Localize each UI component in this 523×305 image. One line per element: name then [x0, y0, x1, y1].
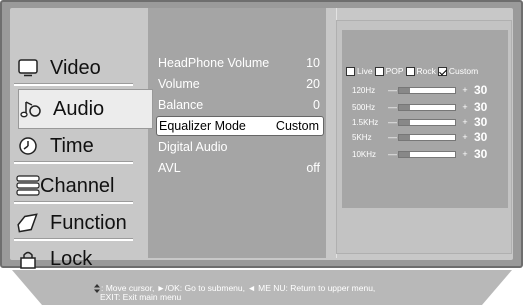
menu-row-avl[interactable]: AVL off [156, 158, 324, 178]
row-label: AVL [158, 161, 181, 175]
sidebar-item-channel[interactable]: Channel [10, 166, 135, 206]
eq-band-row[interactable]: 5KHz — +30 [352, 130, 502, 144]
eq-band-value: 30 [474, 115, 488, 129]
eq-plus-icon[interactable]: + [458, 117, 472, 127]
row-value: Custom [275, 119, 319, 133]
row-label: Balance [158, 98, 204, 112]
eq-band-freq: 120Hz [352, 85, 376, 95]
checkbox-icon[interactable] [346, 66, 355, 76]
row-label: Digital Audio [158, 140, 228, 154]
eq-band-freq: 5KHz [352, 132, 372, 142]
sidebar-item-label: Video [50, 56, 101, 79]
eq-slider[interactable] [398, 86, 456, 94]
row-value: 20 [306, 77, 320, 91]
eq-minus-icon[interactable]: — [388, 117, 398, 127]
clock-icon [16, 134, 40, 158]
mode-label: Live [357, 66, 373, 76]
sidebar-item-time[interactable]: Time [10, 126, 135, 166]
sidebar-item-label: Time [50, 134, 94, 157]
eq-band-row[interactable]: 120Hz — +30 [352, 83, 502, 97]
help-text: : Move cursor, ►/OK: Go to submenu, ◄ ME… [94, 284, 474, 302]
eq-band-row[interactable]: 10KHz — +30 [352, 147, 502, 161]
music-note-icon [19, 97, 43, 121]
row-value: 0 [313, 98, 320, 112]
eq-plus-icon[interactable]: + [458, 132, 472, 142]
row-value: off [306, 161, 320, 175]
diamond-icon [16, 211, 40, 235]
sidebar-item-label: Lock [50, 247, 93, 270]
row-label: Volume [158, 77, 200, 91]
sidebar-item-label: Audio [53, 97, 105, 120]
eq-slider-fill [399, 104, 411, 110]
help-bar-right [482, 270, 512, 305]
checkbox-checked-icon[interactable] [437, 66, 447, 76]
menu-row-volume[interactable]: Volume 20 [156, 74, 324, 94]
eq-minus-icon[interactable]: — [388, 149, 398, 159]
eq-slider-fill [399, 151, 411, 157]
mode-live[interactable]: Live [346, 66, 373, 76]
eq-plus-icon[interactable]: + [458, 102, 472, 112]
eq-band-value: 30 [474, 83, 488, 97]
eq-minus-icon[interactable]: — [388, 85, 398, 95]
menu-row-equalizer-mode[interactable]: Equalizer Mode Custom [156, 116, 324, 136]
eq-slider[interactable] [398, 103, 456, 111]
eq-band-value: 30 [474, 100, 488, 114]
eq-slider-fill [399, 87, 411, 93]
eq-plus-icon[interactable]: + [458, 85, 472, 95]
eq-band-value: 30 [474, 147, 488, 161]
eq-slider[interactable] [398, 150, 456, 158]
sidebar-item-audio[interactable]: Audio [18, 89, 153, 129]
menu-row-headphone-volume[interactable]: HeadPhone Volume 10 [156, 53, 324, 73]
sidebar-item-function[interactable]: Function [10, 203, 135, 243]
monitor-icon [16, 56, 40, 80]
eq-slider[interactable] [398, 133, 456, 141]
help-line-2: EXIT: Exit main menu [100, 292, 182, 302]
eq-plus-icon[interactable]: + [458, 149, 472, 159]
eq-minus-icon[interactable]: — [388, 102, 398, 112]
mode-rock[interactable]: Rock [405, 66, 436, 76]
eq-band-freq: 500Hz [352, 102, 376, 112]
eq-slider-fill [399, 134, 411, 140]
sidebar-item-label: Function [50, 211, 127, 234]
help-bar-left [12, 270, 42, 305]
eq-band-freq: 10KHz [352, 149, 377, 159]
eq-band-row[interactable]: 500Hz — +30 [352, 100, 502, 114]
mode-custom[interactable]: Custom [437, 66, 479, 76]
checkbox-icon[interactable] [405, 66, 415, 76]
mode-label: POP [385, 66, 404, 76]
menu-row-balance[interactable]: Balance 0 [156, 95, 324, 115]
mode-label: Rock [416, 66, 436, 76]
eq-slider-fill [399, 119, 411, 125]
divider [14, 161, 133, 164]
lock-icon [16, 247, 40, 271]
sidebar-item-video[interactable]: Video [10, 48, 135, 88]
eq-band-row[interactable]: 1.5KHz — +30 [352, 115, 502, 129]
row-value: 10 [306, 56, 320, 70]
audio-panel-top [148, 8, 326, 48]
divider [14, 83, 133, 86]
sidebar-item-label: Channel [40, 174, 115, 197]
mode-pop[interactable]: POP [374, 66, 404, 76]
row-label: Equalizer Mode [159, 119, 246, 133]
menu-row-digital-audio[interactable]: Digital Audio [156, 137, 324, 157]
equalizer-modes: Live POP Rock Custom [346, 64, 508, 78]
channel-stack-icon [16, 174, 40, 198]
eq-slider[interactable] [398, 118, 456, 126]
checkbox-icon[interactable] [374, 66, 384, 76]
eq-band-value: 30 [474, 130, 488, 144]
eq-minus-icon[interactable]: — [388, 132, 398, 142]
row-label: HeadPhone Volume [158, 56, 270, 70]
mode-label: Custom [448, 66, 479, 76]
eq-band-freq: 1.5KHz [352, 117, 379, 127]
sidebar: Video Audio Time Channel Function Lock [10, 8, 153, 270]
